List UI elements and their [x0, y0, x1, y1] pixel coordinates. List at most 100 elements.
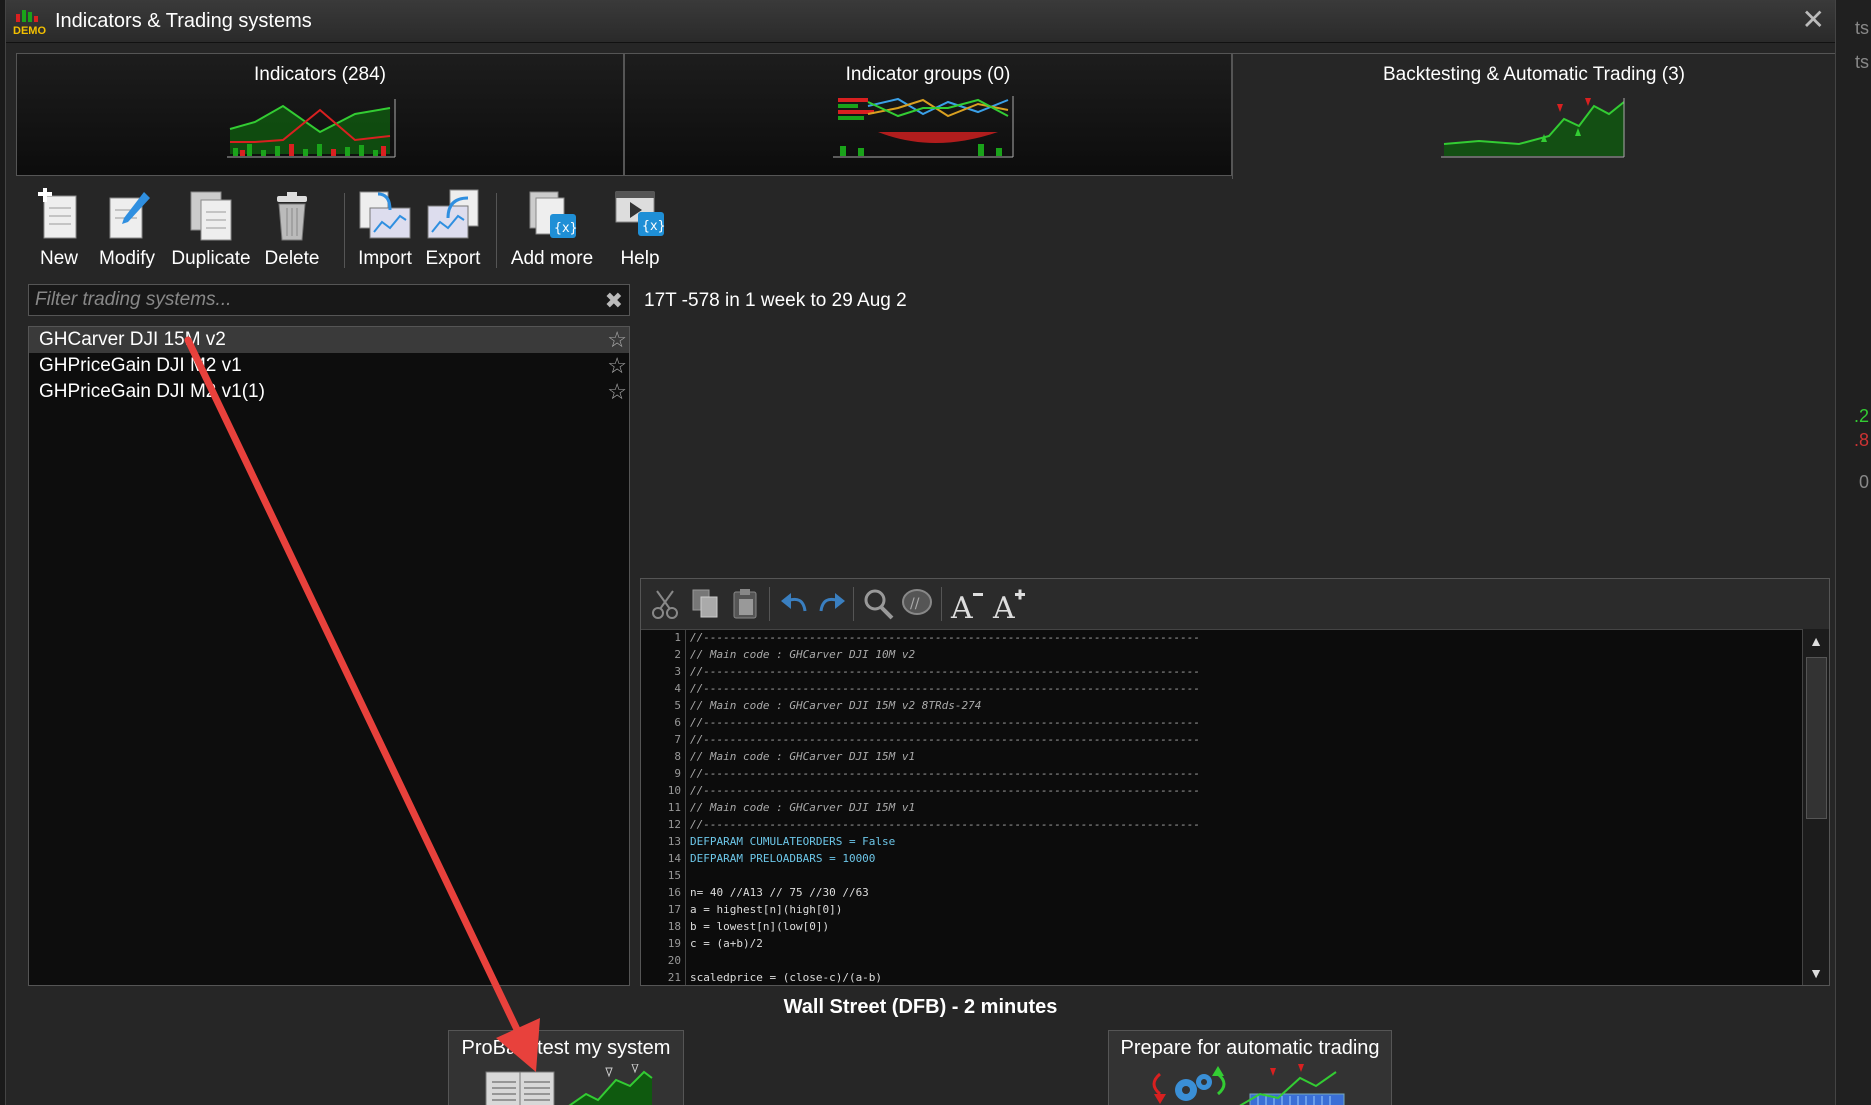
- svg-text:{x}: {x}: [642, 219, 665, 234]
- line-number: 21: [667, 971, 681, 984]
- prepare-automatic-trading-button[interactable]: Prepare for automatic trading: [1108, 1030, 1392, 1105]
- import-label: Import: [358, 248, 412, 269]
- copy-icon[interactable]: [687, 587, 723, 621]
- line-number: 20: [667, 954, 681, 967]
- line-number: 18: [667, 920, 681, 933]
- cut-icon[interactable]: [647, 587, 683, 621]
- modify-label: Modify: [99, 248, 155, 269]
- code-text: //--------------------------------------…: [690, 767, 1200, 780]
- duplicate-button[interactable]: Duplicate: [166, 188, 256, 270]
- code-line: 2 // Main code : GHCarver DJI 10M v2: [641, 646, 1801, 663]
- line-number: 17: [667, 903, 681, 916]
- help-button[interactable]: {x} Help: [610, 188, 670, 270]
- code-text: //--------------------------------------…: [690, 665, 1200, 678]
- code-line: 14 DEFPARAM PRELOADBARS = 10000: [641, 850, 1801, 867]
- search-icon[interactable]: [861, 587, 897, 621]
- code-line: 5 // Main code : GHCarver DJI 15M v2 8TRd…: [641, 697, 1801, 714]
- export-label: Export: [425, 248, 481, 269]
- line-number: 1: [674, 631, 681, 644]
- bg-text: ts: [1854, 52, 1869, 72]
- code-line: 8 // Main code : GHCarver DJI 15M v1: [641, 748, 1801, 765]
- scroll-down-icon[interactable]: ▼: [1803, 961, 1829, 985]
- undo-icon[interactable]: [777, 587, 813, 621]
- add-more-button[interactable]: {x} Add more: [506, 188, 598, 270]
- favorite-star-icon[interactable]: ☆: [607, 328, 627, 352]
- demo-logo-icon: DEMO: [13, 10, 46, 36]
- import-icon: [359, 191, 411, 239]
- code-editor: // A A 1 //------------------------------…: [640, 578, 1830, 986]
- duplicate-label: Duplicate: [171, 248, 251, 269]
- duplicate-icon: [190, 191, 232, 241]
- code-text: //--------------------------------------…: [690, 716, 1200, 729]
- code-area[interactable]: 1 //-------------------------------------…: [641, 629, 1801, 985]
- export-button[interactable]: Export: [422, 188, 484, 270]
- code-line: 10 //------------------------------------…: [641, 782, 1801, 799]
- gutter: [685, 867, 686, 884]
- gutter: [685, 833, 686, 850]
- code-text: b = lowest[n](low[0]): [690, 920, 830, 933]
- editor-toolbar: // A A: [641, 579, 1829, 630]
- gutter: [685, 935, 686, 952]
- modify-button[interactable]: Modify: [94, 188, 160, 270]
- tab-indicators[interactable]: Indicators (284): [16, 53, 624, 176]
- code-text: n= 40 //A13 // 75 //30 //63: [690, 886, 869, 899]
- tab-indicator-groups[interactable]: Indicator groups (0): [624, 53, 1232, 176]
- tab-backtesting-automatic-trading[interactable]: Backtesting & Automatic Trading (3): [1232, 53, 1835, 179]
- decrease-font-icon[interactable]: A: [949, 587, 985, 621]
- code-text: DEFPARAM CUMULATEORDERS = False: [690, 835, 896, 848]
- list-item[interactable]: GHPriceGain DJI M2 v1(1) ☆: [29, 379, 629, 405]
- line-number: 13: [667, 835, 681, 848]
- favorite-star-icon[interactable]: ☆: [607, 354, 627, 378]
- clear-filter-icon[interactable]: ✖: [605, 288, 623, 314]
- code-text: DEFPARAM PRELOADBARS = 10000: [690, 852, 876, 865]
- code-line: 4 //-------------------------------------…: [641, 680, 1801, 697]
- import-button[interactable]: Import: [354, 188, 416, 270]
- code-line: 7 //-------------------------------------…: [641, 731, 1801, 748]
- code-line: 11 // Main code : GHCarver DJI 15M v1: [641, 799, 1801, 816]
- bg-text: 0: [1858, 472, 1869, 492]
- toolbar-separator: [344, 193, 345, 268]
- gutter: [685, 816, 686, 833]
- delete-label: Delete: [264, 248, 320, 269]
- list-item[interactable]: GHPriceGain DJI M2 v1 ☆: [29, 353, 629, 379]
- gutter: [685, 782, 686, 799]
- redo-icon[interactable]: [813, 587, 849, 621]
- add-more-library-icon: {x}: [529, 191, 577, 238]
- gutter: [685, 969, 686, 985]
- logo-text: DEMO: [13, 25, 46, 36]
- code-text: c = (a+b)/2: [690, 937, 763, 950]
- line-number: 11: [667, 801, 681, 814]
- code-line: 12 //------------------------------------…: [641, 816, 1801, 833]
- code-text: //--------------------------------------…: [690, 784, 1200, 797]
- close-button[interactable]: ✕: [1802, 6, 1825, 34]
- line-number: 4: [674, 682, 681, 695]
- scroll-thumb[interactable]: [1806, 657, 1827, 819]
- gutter: [685, 799, 686, 816]
- delete-button[interactable]: Delete: [262, 188, 322, 270]
- probacktest-button[interactable]: ProBacktest my system: [448, 1030, 684, 1105]
- code-line: 3 //-------------------------------------…: [641, 663, 1801, 680]
- line-number: 3: [674, 665, 681, 678]
- list-item[interactable]: GHCarver DJI 15M v2 ☆: [29, 327, 629, 353]
- gutter: [685, 901, 686, 918]
- scroll-up-icon[interactable]: ▲: [1803, 629, 1829, 653]
- title-bar[interactable]: DEMO Indicators & Trading systems ✕: [6, 0, 1835, 43]
- filter-trading-systems-input[interactable]: [29, 285, 601, 315]
- vertical-scrollbar[interactable]: ▲ ▼: [1802, 629, 1829, 985]
- line-number: 19: [667, 937, 681, 950]
- bg-text: .8: [1853, 430, 1869, 450]
- line-number: 16: [667, 886, 681, 899]
- gutter: [685, 646, 686, 663]
- comment-icon[interactable]: //: [899, 587, 935, 621]
- code-text: //--------------------------------------…: [690, 818, 1200, 831]
- increase-font-icon[interactable]: A: [991, 587, 1027, 621]
- paste-icon[interactable]: [727, 587, 763, 621]
- tab-label: Indicator groups (0): [845, 64, 1011, 85]
- line-number: 2: [674, 648, 681, 661]
- line-number: 15: [667, 869, 681, 882]
- indicator-groups-chart-icon: [833, 96, 1014, 158]
- new-button[interactable]: New: [34, 188, 84, 270]
- code-text: // Main code : GHCarver DJI 15M v1: [690, 801, 916, 814]
- favorite-star-icon[interactable]: ☆: [607, 380, 627, 404]
- probacktest-icon: [485, 1064, 653, 1105]
